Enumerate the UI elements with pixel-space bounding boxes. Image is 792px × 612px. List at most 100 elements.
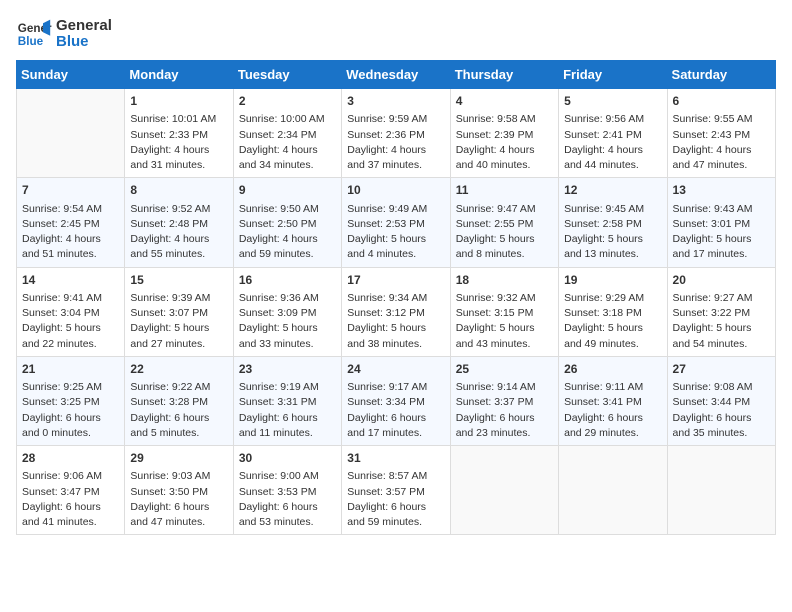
day-number: 23 bbox=[239, 361, 336, 378]
col-header-saturday: Saturday bbox=[667, 61, 775, 89]
calendar-cell bbox=[450, 446, 558, 535]
day-detail: Sunrise: 9:19 AM Sunset: 3:31 PM Dayligh… bbox=[239, 380, 336, 441]
calendar-cell: 22 Sunrise: 9:22 AM Sunset: 3:28 PM Dayli… bbox=[125, 356, 233, 445]
day-detail: Sunrise: 9:14 AM Sunset: 3:37 PM Dayligh… bbox=[456, 380, 553, 441]
day-number: 25 bbox=[456, 361, 553, 378]
day-detail: Sunrise: 9:27 AM Sunset: 3:22 PM Dayligh… bbox=[673, 291, 770, 352]
calendar-cell: 29Sunrise: 9:03 AM Sunset: 3:50 PM Dayli… bbox=[125, 446, 233, 535]
calendar-cell: 21 Sunrise: 9:25 AM Sunset: 3:25 PM Dayli… bbox=[17, 356, 125, 445]
day-number: 21 bbox=[22, 361, 119, 378]
day-detail: Sunrise: 9:29 AM Sunset: 3:18 PM Dayligh… bbox=[564, 291, 661, 352]
calendar-cell: 11 Sunrise: 9:47 AM Sunset: 2:55 PM Dayli… bbox=[450, 178, 558, 267]
day-number: 7 bbox=[22, 182, 119, 199]
day-number: 9 bbox=[239, 182, 336, 199]
day-detail: Sunrise: 9:55 AM Sunset: 2:43 PM Dayligh… bbox=[673, 112, 770, 173]
day-detail: Sunrise: 9:39 AM Sunset: 3:07 PM Dayligh… bbox=[130, 291, 227, 352]
calendar-cell: 13Sunrise: 9:43 AM Sunset: 3:01 PM Dayli… bbox=[667, 178, 775, 267]
calendar-cell: 7 Sunrise: 9:54 AM Sunset: 2:45 PM Daylig… bbox=[17, 178, 125, 267]
day-number: 8 bbox=[130, 182, 227, 199]
col-header-wednesday: Wednesday bbox=[342, 61, 450, 89]
day-detail: Sunrise: 9:45 AM Sunset: 2:58 PM Dayligh… bbox=[564, 202, 661, 263]
day-number: 1 bbox=[130, 93, 227, 110]
day-number: 14 bbox=[22, 272, 119, 289]
day-number: 27 bbox=[673, 361, 770, 378]
calendar-cell: 12 Sunrise: 9:45 AM Sunset: 2:58 PM Dayli… bbox=[559, 178, 667, 267]
calendar-cell bbox=[667, 446, 775, 535]
calendar-cell: 2 Sunrise: 10:00 AM Sunset: 2:34 PM Dayli… bbox=[233, 89, 341, 178]
day-number: 12 bbox=[564, 182, 661, 199]
col-header-tuesday: Tuesday bbox=[233, 61, 341, 89]
day-detail: Sunrise: 9:58 AM Sunset: 2:39 PM Dayligh… bbox=[456, 112, 553, 173]
calendar-cell: 28 Sunrise: 9:06 AM Sunset: 3:47 PM Dayli… bbox=[17, 446, 125, 535]
calendar-cell: 14 Sunrise: 9:41 AM Sunset: 3:04 PM Dayli… bbox=[17, 267, 125, 356]
day-detail: Sunrise: 9:03 AM Sunset: 3:50 PM Dayligh… bbox=[130, 469, 227, 530]
calendar-cell: 4 Sunrise: 9:58 AM Sunset: 2:39 PM Daylig… bbox=[450, 89, 558, 178]
day-number: 5 bbox=[564, 93, 661, 110]
svg-text:Blue: Blue bbox=[18, 35, 44, 48]
day-number: 17 bbox=[347, 272, 444, 289]
calendar-cell: 8 Sunrise: 9:52 AM Sunset: 2:48 PM Daylig… bbox=[125, 178, 233, 267]
calendar-cell: 31Sunrise: 8:57 AM Sunset: 3:57 PM Dayli… bbox=[342, 446, 450, 535]
day-number: 30 bbox=[239, 450, 336, 467]
day-detail: Sunrise: 9:41 AM Sunset: 3:04 PM Dayligh… bbox=[22, 291, 119, 352]
day-detail: Sunrise: 9:52 AM Sunset: 2:48 PM Dayligh… bbox=[130, 202, 227, 263]
day-detail: Sunrise: 9:34 AM Sunset: 3:12 PM Dayligh… bbox=[347, 291, 444, 352]
day-detail: Sunrise: 9:59 AM Sunset: 2:36 PM Dayligh… bbox=[347, 112, 444, 173]
day-number: 13 bbox=[673, 182, 770, 199]
calendar-cell: 25 Sunrise: 9:14 AM Sunset: 3:37 PM Dayli… bbox=[450, 356, 558, 445]
col-header-thursday: Thursday bbox=[450, 61, 558, 89]
day-number: 20 bbox=[673, 272, 770, 289]
day-number: 19 bbox=[564, 272, 661, 289]
calendar-cell bbox=[17, 89, 125, 178]
day-number: 28 bbox=[22, 450, 119, 467]
day-detail: Sunrise: 9:50 AM Sunset: 2:50 PM Dayligh… bbox=[239, 202, 336, 263]
col-header-monday: Monday bbox=[125, 61, 233, 89]
calendar-cell: 24Sunrise: 9:17 AM Sunset: 3:34 PM Dayli… bbox=[342, 356, 450, 445]
day-number: 26 bbox=[564, 361, 661, 378]
calendar-cell: 27 Sunrise: 9:08 AM Sunset: 3:44 PM Dayli… bbox=[667, 356, 775, 445]
col-header-friday: Friday bbox=[559, 61, 667, 89]
logo-blue: Blue bbox=[56, 34, 112, 51]
day-detail: Sunrise: 9:54 AM Sunset: 2:45 PM Dayligh… bbox=[22, 202, 119, 263]
calendar-cell: 3 Sunrise: 9:59 AM Sunset: 2:36 PM Daylig… bbox=[342, 89, 450, 178]
day-detail: Sunrise: 10:00 AM Sunset: 2:34 PM Daylig… bbox=[239, 112, 336, 173]
logo-general: General bbox=[56, 18, 112, 35]
calendar-cell: 26 Sunrise: 9:11 AM Sunset: 3:41 PM Dayli… bbox=[559, 356, 667, 445]
calendar-cell: 23 Sunrise: 9:19 AM Sunset: 3:31 PM Dayli… bbox=[233, 356, 341, 445]
calendar-cell: 19 Sunrise: 9:29 AM Sunset: 3:18 PM Dayli… bbox=[559, 267, 667, 356]
day-number: 3 bbox=[347, 93, 444, 110]
day-detail: Sunrise: 9:22 AM Sunset: 3:28 PM Dayligh… bbox=[130, 380, 227, 441]
day-number: 11 bbox=[456, 182, 553, 199]
logo: General Blue General Blue bbox=[16, 16, 112, 52]
day-detail: Sunrise: 9:32 AM Sunset: 3:15 PM Dayligh… bbox=[456, 291, 553, 352]
calendar-cell: 20 Sunrise: 9:27 AM Sunset: 3:22 PM Dayli… bbox=[667, 267, 775, 356]
day-number: 15 bbox=[130, 272, 227, 289]
calendar-cell: 1 Sunrise: 10:01 AM Sunset: 2:33 PM Dayli… bbox=[125, 89, 233, 178]
calendar-cell: 9 Sunrise: 9:50 AM Sunset: 2:50 PM Daylig… bbox=[233, 178, 341, 267]
logo-icon: General Blue bbox=[16, 16, 52, 52]
day-detail: Sunrise: 9:25 AM Sunset: 3:25 PM Dayligh… bbox=[22, 380, 119, 441]
day-number: 16 bbox=[239, 272, 336, 289]
col-header-sunday: Sunday bbox=[17, 61, 125, 89]
page-header: General Blue General Blue bbox=[16, 16, 776, 52]
day-number: 10 bbox=[347, 182, 444, 199]
day-number: 18 bbox=[456, 272, 553, 289]
day-number: 22 bbox=[130, 361, 227, 378]
calendar-cell: 16Sunrise: 9:36 AM Sunset: 3:09 PM Dayli… bbox=[233, 267, 341, 356]
day-detail: Sunrise: 9:00 AM Sunset: 3:53 PM Dayligh… bbox=[239, 469, 336, 530]
day-detail: Sunrise: 9:49 AM Sunset: 2:53 PM Dayligh… bbox=[347, 202, 444, 263]
day-detail: Sunrise: 9:11 AM Sunset: 3:41 PM Dayligh… bbox=[564, 380, 661, 441]
calendar-cell: 5Sunrise: 9:56 AM Sunset: 2:41 PM Daylig… bbox=[559, 89, 667, 178]
calendar-cell: 17 Sunrise: 9:34 AM Sunset: 3:12 PM Dayli… bbox=[342, 267, 450, 356]
day-detail: Sunrise: 10:01 AM Sunset: 2:33 PM Daylig… bbox=[130, 112, 227, 173]
day-detail: Sunrise: 9:47 AM Sunset: 2:55 PM Dayligh… bbox=[456, 202, 553, 263]
day-detail: Sunrise: 9:08 AM Sunset: 3:44 PM Dayligh… bbox=[673, 380, 770, 441]
day-detail: Sunrise: 9:06 AM Sunset: 3:47 PM Dayligh… bbox=[22, 469, 119, 530]
calendar-cell bbox=[559, 446, 667, 535]
day-number: 2 bbox=[239, 93, 336, 110]
day-number: 6 bbox=[673, 93, 770, 110]
calendar-cell: 30 Sunrise: 9:00 AM Sunset: 3:53 PM Dayli… bbox=[233, 446, 341, 535]
calendar-cell: 18 Sunrise: 9:32 AM Sunset: 3:15 PM Dayli… bbox=[450, 267, 558, 356]
day-number: 4 bbox=[456, 93, 553, 110]
day-number: 24 bbox=[347, 361, 444, 378]
